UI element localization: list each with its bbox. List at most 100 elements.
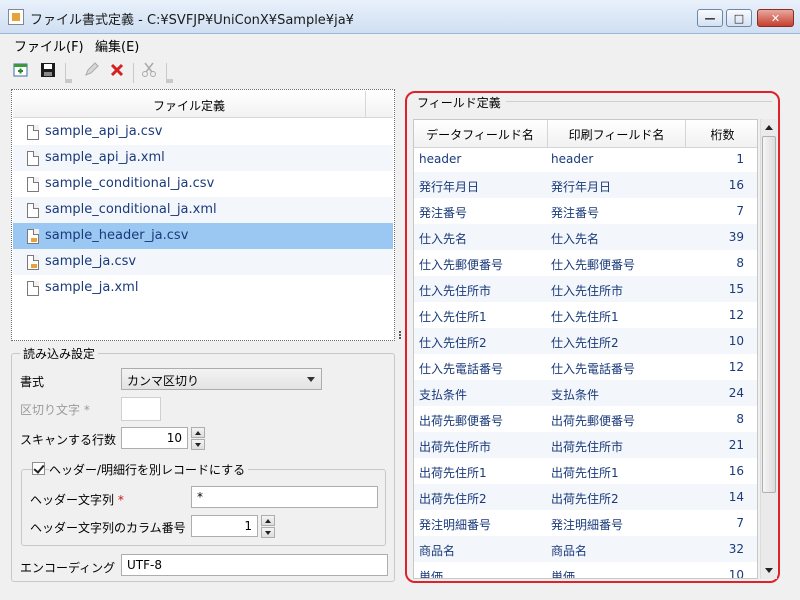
file-icon (27, 255, 39, 270)
delimiter-label: 区切り文字 * (20, 403, 90, 417)
file-list-header-label: ファイル定義 (152, 99, 225, 113)
table-row[interactable]: 支払条件 支払条件 24 (414, 380, 757, 406)
table-row[interactable]: 商品名 商品名 32 (414, 536, 757, 562)
file-list-item[interactable]: sample_ja.csv (13, 249, 393, 275)
table-row[interactable]: 発注明細番号 発注明細番号 7 (414, 510, 757, 536)
file-list-item[interactable]: sample_conditional_ja.xml (13, 197, 393, 223)
maximize-icon: □ (733, 11, 745, 25)
scrollbar-thumb[interactable] (762, 136, 776, 493)
toolbar (0, 55, 800, 85)
header-string-label: ヘッダー文字列 * (30, 493, 124, 507)
table-cell-print: header (551, 152, 594, 166)
table-cell-print: 発行年月日 (551, 180, 612, 194)
table-row[interactable]: 仕入先郵便番号 仕入先郵便番号 8 (414, 250, 757, 276)
cut-button[interactable] (138, 59, 160, 81)
table-cell-data: 単価 (419, 570, 444, 579)
toolbar-dropdown-marker[interactable] (167, 79, 173, 83)
table-row[interactable]: 仕入先住所1 仕入先住所1 12 (414, 302, 757, 328)
field-table-header: データフィールド名 印刷フィールド名 桁数 (414, 120, 757, 148)
table-row[interactable]: 出荷先郵便番号 出荷先郵便番号 8 (414, 406, 757, 432)
table-cell-len: 24 (728, 386, 744, 400)
table-cell-len: 16 (728, 464, 744, 478)
table-cell-data: 仕入先名 (419, 232, 468, 246)
table-cell-print: 出荷先住所1 (551, 466, 619, 480)
group-divider (506, 101, 772, 102)
menu-edit[interactable]: 編集(E) (95, 36, 139, 55)
header-column-input[interactable]: 1 (191, 515, 258, 537)
table-cell-data: header (419, 152, 462, 166)
header-column-decrement[interactable] (261, 527, 275, 538)
file-name-label: sample_conditional_ja.csv (45, 176, 215, 191)
scan-rows-increment[interactable] (191, 427, 205, 438)
scroll-up-arrow-icon[interactable] (761, 119, 777, 136)
table-row[interactable]: 仕入先電話番号 仕入先電話番号 12 (414, 354, 757, 380)
table-cell-len: 8 (736, 412, 744, 426)
format-select[interactable]: カンマ区切り (121, 368, 322, 390)
header-string-input[interactable]: * (191, 486, 378, 508)
file-list-item[interactable]: sample_api_ja.xml (13, 145, 393, 171)
table-cell-len: 21 (728, 438, 744, 452)
table-cell-len: 14 (728, 490, 744, 504)
table-row[interactable]: 仕入先住所市 仕入先住所市 15 (414, 276, 757, 302)
table-cell-print: 単価 (551, 570, 576, 579)
panel-splitter[interactable] (398, 330, 402, 344)
table-row[interactable]: header header 1 (414, 146, 757, 172)
read-settings-title: 読み込み設定 (20, 345, 99, 362)
table-cell-len: 7 (736, 204, 744, 218)
edit-button[interactable] (80, 59, 102, 81)
table-row[interactable]: 出荷先住所2 出荷先住所2 14 (414, 484, 757, 510)
file-icon (27, 229, 39, 244)
table-cell-data: 仕入先郵便番号 (419, 258, 504, 272)
table-row[interactable]: 仕入先名 仕入先名 39 (414, 224, 757, 250)
table-cell-data: 仕入先電話番号 (419, 362, 504, 376)
minimize-button[interactable]: — (697, 9, 723, 27)
file-name-label: sample_header_ja.csv (45, 228, 189, 243)
delete-button[interactable] (106, 59, 128, 81)
format-label: 書式 (20, 375, 45, 389)
field-table: データフィールド名 印刷フィールド名 桁数 header header 1 発行年月日… (413, 119, 758, 579)
column-header-data-field[interactable]: データフィールド名 (414, 126, 546, 143)
maximize-button[interactable]: □ (726, 9, 752, 27)
title-bar[interactable]: ファイル書式定義 - C:¥SVFJP¥UniConX¥Sample¥ja¥ —… (0, 0, 800, 34)
edit-pencil-icon (85, 62, 99, 76)
header-column-increment[interactable] (261, 515, 275, 526)
table-row[interactable]: 出荷先住所1 出荷先住所1 16 (414, 458, 757, 484)
header-split-label: ヘッダー/明細行を別レコードにする (49, 461, 249, 478)
table-cell-print: 仕入先住所2 (551, 336, 619, 350)
close-button[interactable]: ✕ (757, 9, 794, 27)
field-definition-title: フィールド定義 (415, 94, 503, 111)
save-button[interactable] (37, 59, 59, 81)
scan-rows-input[interactable]: 10 (121, 427, 188, 449)
file-list-header[interactable]: ファイル定義 (13, 91, 393, 118)
table-cell-len: 10 (728, 334, 744, 348)
table-cell-data: 出荷先住所市 (419, 440, 492, 454)
column-separator[interactable] (365, 91, 366, 118)
table-row[interactable]: 発注番号 発注番号 7 (414, 198, 757, 224)
column-header-length[interactable]: 桁数 (686, 126, 757, 143)
table-row[interactable]: 単価 単価 10 (414, 562, 757, 579)
menu-file[interactable]: ファイル(F) (14, 36, 84, 55)
column-header-print-field[interactable]: 印刷フィールド名 (548, 126, 685, 143)
file-icon (27, 281, 39, 296)
add-file-button[interactable] (10, 59, 32, 81)
table-row[interactable]: 発行年月日 発行年月日 16 (414, 172, 757, 198)
toolbar-dropdown-marker[interactable] (66, 79, 72, 83)
file-icon (27, 125, 39, 140)
file-list-item[interactable]: sample_header_ja.csv (13, 223, 393, 249)
file-list-item[interactable]: sample_ja.xml (13, 275, 393, 301)
file-list-item[interactable]: sample_api_ja.csv (13, 119, 393, 145)
field-table-scrollbar[interactable] (760, 119, 777, 579)
table-row[interactable]: 出荷先住所市 出荷先住所市 21 (414, 432, 757, 458)
file-definition-panel: ファイル定義 sample_api_ja.csv sample_api_ja.xm… (11, 89, 395, 341)
file-list-item[interactable]: sample_conditional_ja.csv (13, 171, 393, 197)
encoding-input[interactable]: UTF-8 (121, 554, 388, 576)
table-row[interactable]: 仕入先住所2 仕入先住所2 10 (414, 328, 757, 354)
table-cell-data: 支払条件 (419, 388, 468, 402)
scroll-down-arrow-icon[interactable] (761, 562, 777, 579)
header-split-checkbox[interactable] (32, 462, 45, 475)
delimiter-input[interactable] (121, 397, 161, 421)
header-column-label: ヘッダー文字列のカラム番号 (30, 521, 186, 535)
table-cell-data: 発注明細番号 (419, 518, 492, 532)
scan-rows-decrement[interactable] (191, 439, 205, 450)
add-file-icon (13, 63, 28, 77)
